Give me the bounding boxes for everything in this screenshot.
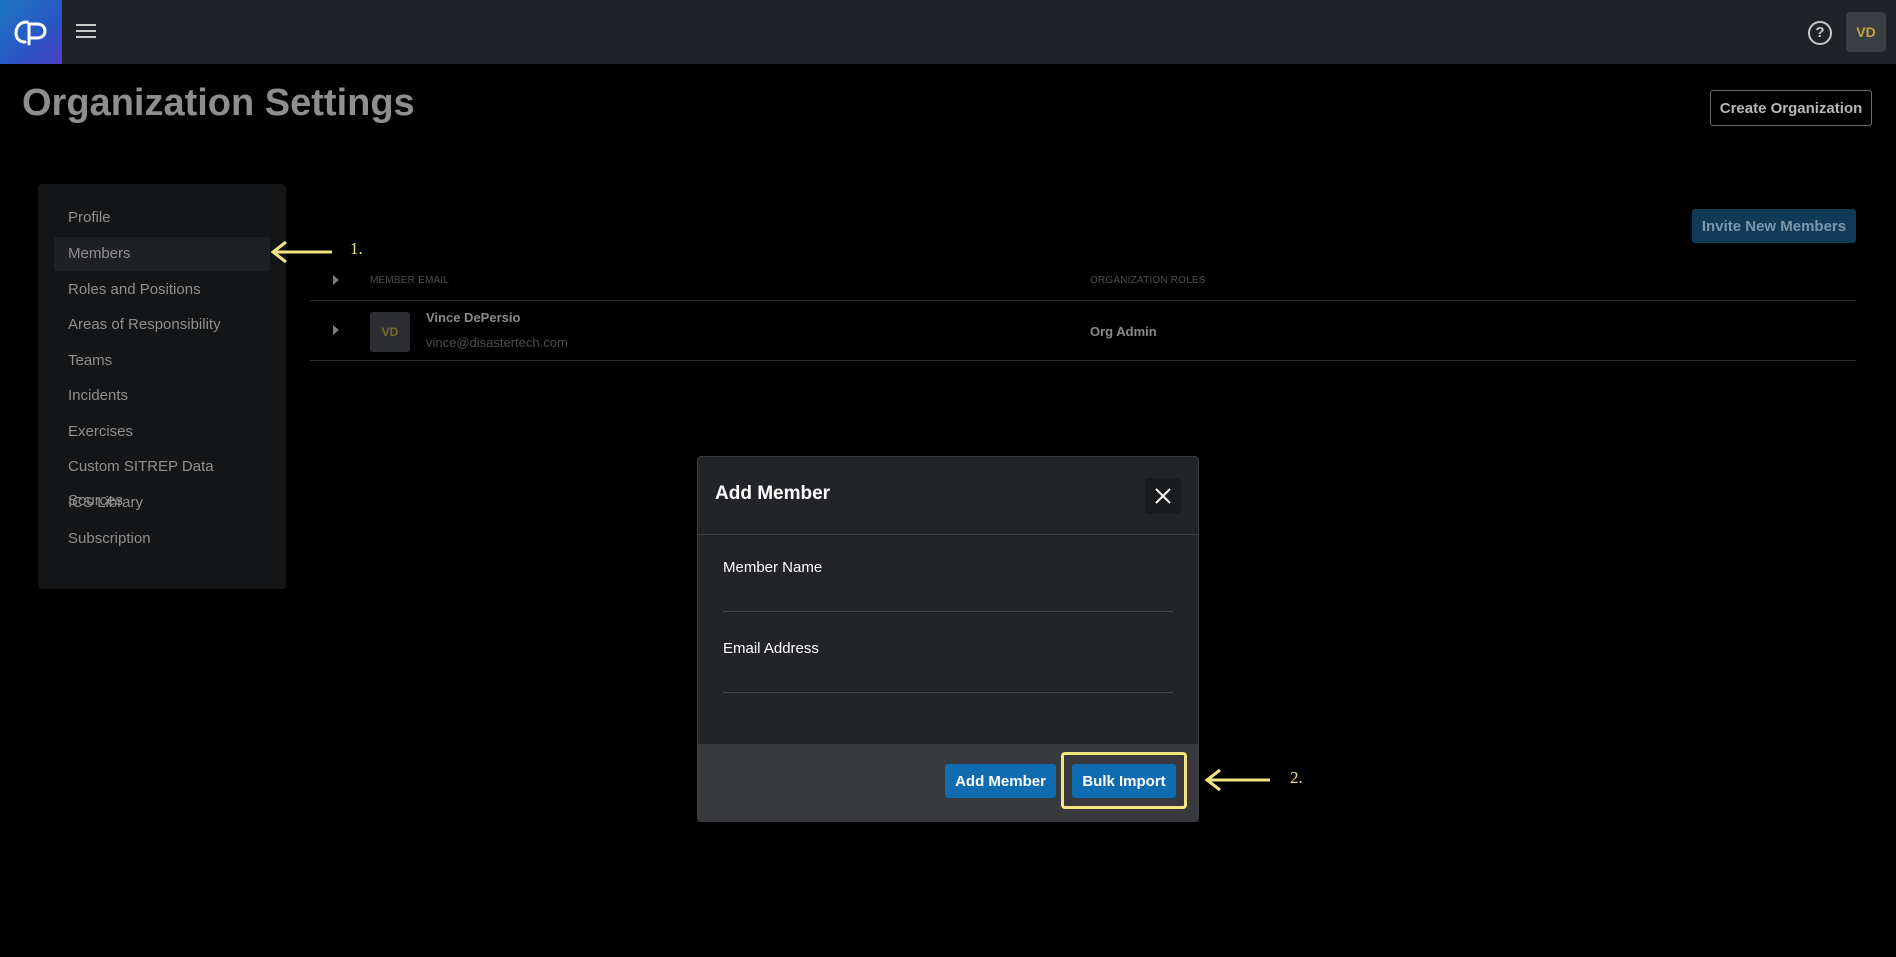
sidebar-item-members[interactable]: Members: [54, 237, 270, 271]
add-member-modal: Add Member Member Name Email Address Add…: [697, 456, 1199, 822]
sidebar-item-incidents[interactable]: Incidents: [54, 379, 270, 413]
modal-footer: Add Member Bulk Import: [698, 744, 1198, 821]
column-header-member-email[interactable]: MEMBER EMAIL: [370, 275, 449, 286]
email-address-label: Email Address: [723, 640, 819, 657]
members-table-header: MEMBER EMAIL ORGANIZATION ROLES: [310, 270, 1856, 301]
bulk-import-button[interactable]: Bulk Import: [1072, 764, 1176, 798]
sidebar-item-teams[interactable]: Teams: [54, 344, 270, 378]
settings-sidebar: Profile Members Roles and Positions Area…: [38, 184, 286, 589]
expand-all-caret-icon[interactable]: [333, 275, 339, 285]
hamburger-menu-icon[interactable]: [76, 20, 98, 44]
sidebar-item-exercises[interactable]: Exercises: [54, 415, 270, 449]
member-name: Vince DePersio: [426, 310, 521, 325]
user-avatar[interactable]: VD: [1846, 12, 1886, 52]
member-email: vince@disastertech.com: [426, 335, 568, 350]
page-title: Organization Settings: [22, 82, 415, 124]
help-circle-icon[interactable]: ?: [1808, 21, 1832, 45]
table-row[interactable]: VD Vince DePersio vince@disastertech.com…: [310, 300, 1856, 361]
sidebar-item-profile[interactable]: Profile: [54, 201, 270, 235]
member-avatar: VD: [370, 312, 410, 352]
sidebar-item-subscription[interactable]: Subscription: [54, 522, 270, 556]
column-header-organization-roles[interactable]: ORGANIZATION ROLES: [1090, 275, 1206, 286]
modal-title: Add Member: [715, 483, 831, 504]
email-address-input[interactable]: [723, 662, 1173, 693]
sidebar-item-custom-sitrep-data-sources[interactable]: Custom SITREP Data Sources: [54, 450, 270, 509]
member-name-input[interactable]: [723, 581, 1173, 612]
add-member-button[interactable]: Add Member: [945, 764, 1056, 798]
top-bar: ? VD: [0, 0, 1896, 64]
modal-header: Add Member: [698, 457, 1198, 535]
create-organization-button[interactable]: Create Organization: [1710, 90, 1872, 126]
invite-new-members-button[interactable]: Invite New Members: [1692, 209, 1856, 243]
expand-row-caret-icon[interactable]: [333, 325, 339, 335]
sidebar-item-ics-library[interactable]: ICS Library: [54, 486, 270, 520]
member-name-label: Member Name: [723, 559, 823, 576]
annotation-step-2: 2.: [1290, 768, 1303, 787]
close-icon[interactable]: [1145, 478, 1181, 514]
member-role: Org Admin: [1090, 324, 1157, 339]
sidebar-item-areas-of-responsibility[interactable]: Areas of Responsibility: [54, 308, 270, 342]
annotation-step-1: 1.: [350, 239, 363, 258]
cp-logo-icon[interactable]: [0, 0, 62, 64]
sidebar-item-roles-and-positions[interactable]: Roles and Positions: [54, 273, 270, 307]
annotation-arrow-icon: [1204, 768, 1270, 792]
annotation-arrow-icon: [270, 240, 332, 264]
